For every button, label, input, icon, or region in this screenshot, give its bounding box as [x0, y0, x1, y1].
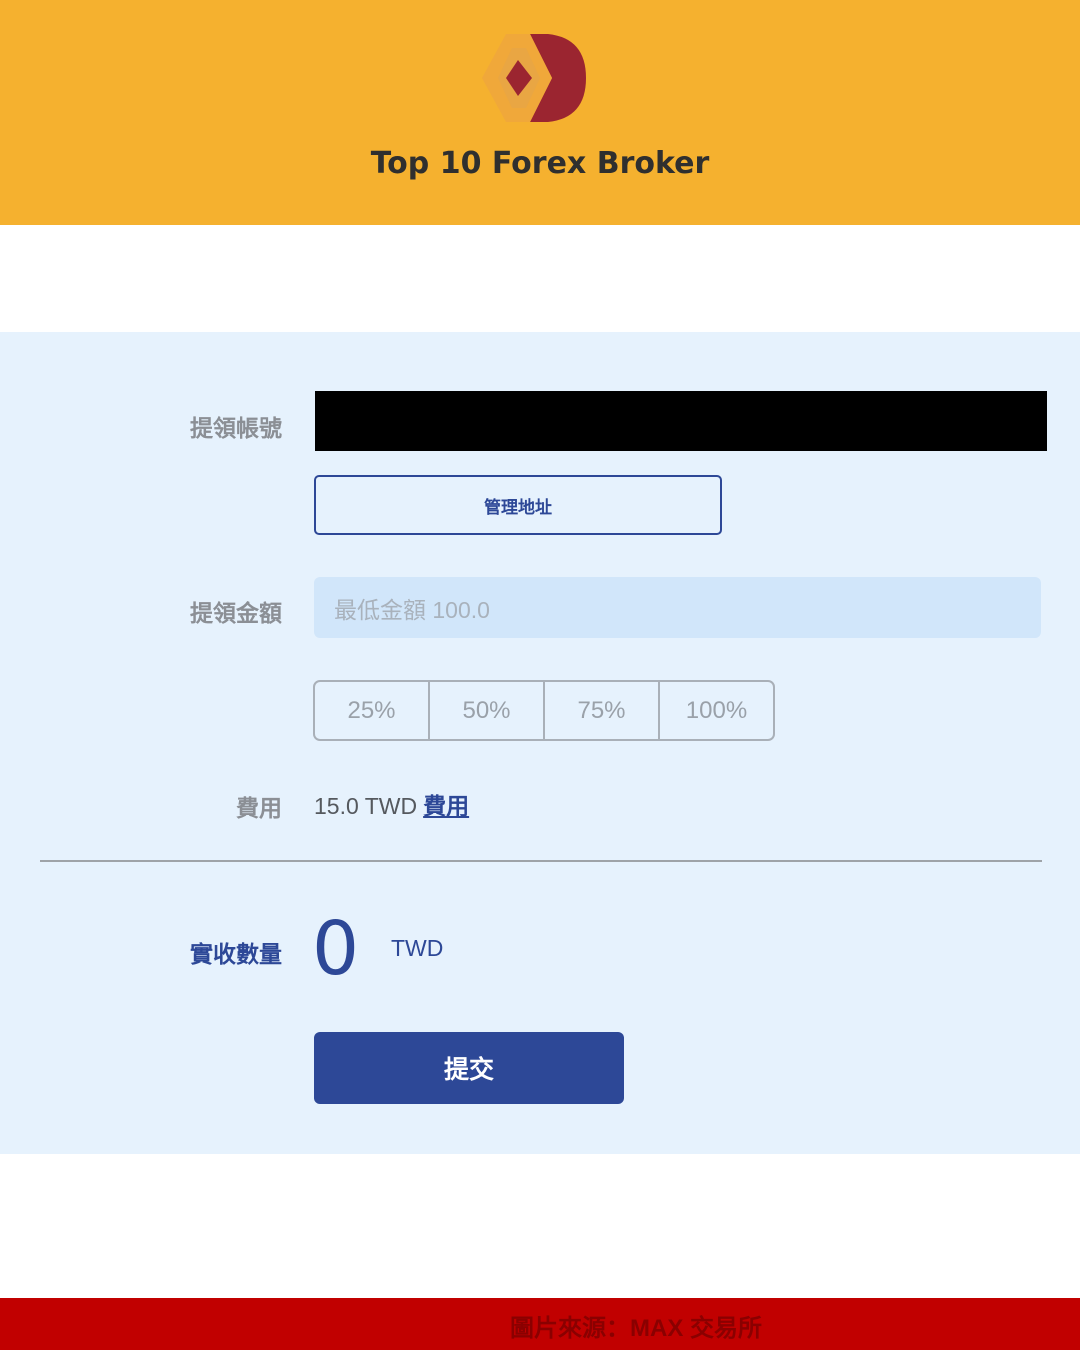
brand-title: Top 10 Forex Broker	[370, 146, 710, 181]
percent-100-button[interactable]: 100%	[660, 682, 773, 739]
withdraw-account-redacted	[315, 391, 1047, 451]
percent-50-button[interactable]: 50%	[430, 682, 545, 739]
received-amount-unit: TWD	[391, 935, 444, 961]
fee-value: 15.0 TWD	[314, 793, 418, 819]
percent-25-button[interactable]: 25%	[315, 682, 430, 739]
manage-address-button[interactable]: 管理地址	[314, 475, 722, 535]
submit-button[interactable]: 提交	[314, 1032, 624, 1104]
brand-logo	[482, 34, 586, 122]
withdraw-amount-label: 提領金額	[190, 600, 282, 626]
divider	[40, 860, 1042, 862]
fee-info: 15.0 TWD 費用	[314, 787, 469, 821]
percent-selector: 25% 50% 75% 100%	[313, 680, 775, 741]
fee-link[interactable]: 費用	[423, 793, 469, 819]
withdraw-account-label: 提領帳號	[190, 415, 282, 441]
image-source-text: 圖片來源：MAX 交易所	[510, 1315, 762, 1342]
withdraw-amount-input[interactable]: 最低金額 100.0	[314, 577, 1041, 638]
received-amount-value: 0	[312, 906, 360, 992]
withdraw-amount-placeholder: 最低金額 100.0	[334, 596, 490, 623]
received-amount-label: 實收數量	[190, 941, 282, 967]
percent-75-button[interactable]: 75%	[545, 682, 660, 739]
withdraw-form-panel	[0, 332, 1080, 1154]
header-banner: Top 10 Forex Broker	[0, 0, 1080, 225]
fee-label: 費用	[236, 795, 282, 821]
